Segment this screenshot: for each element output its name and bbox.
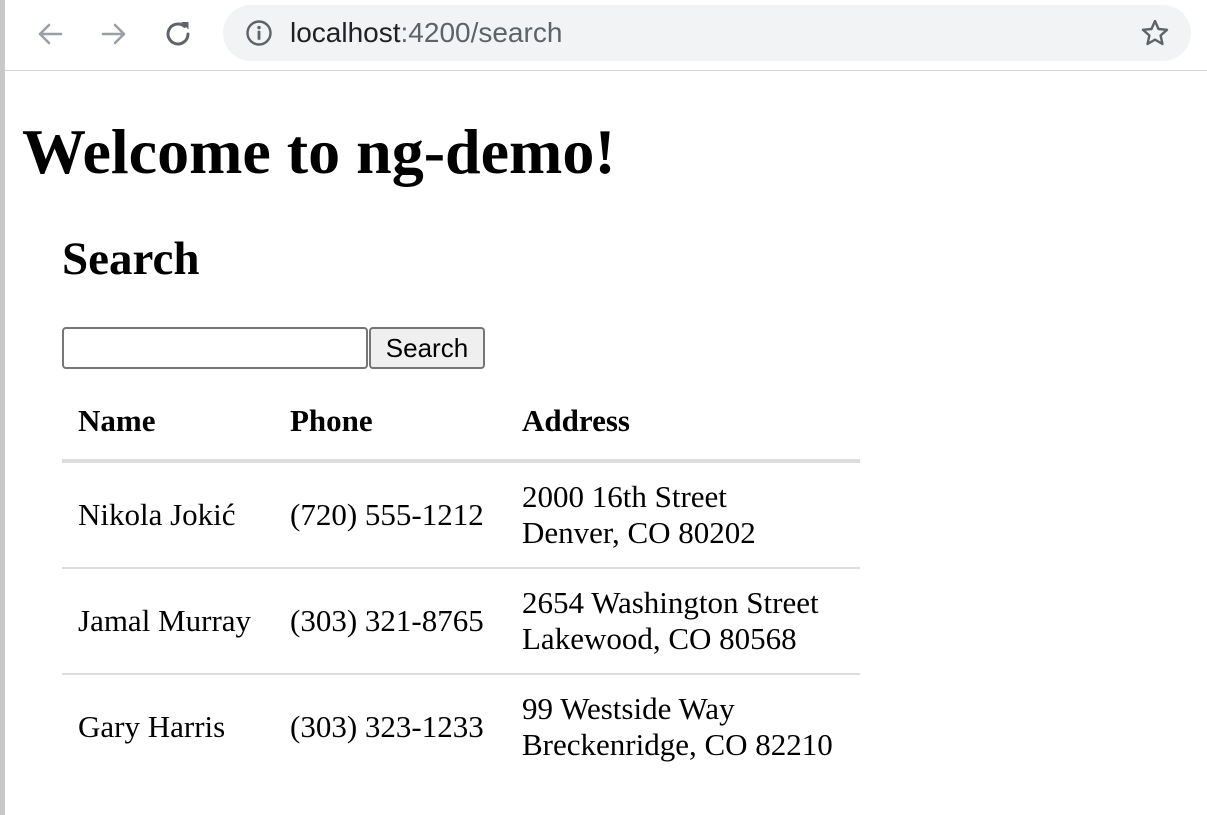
column-header-phone: Phone [274,383,506,463]
phone-cell: (303) 323-1233 [274,673,506,779]
forward-button[interactable] [94,14,134,54]
column-header-name: Name [62,383,274,463]
page-content: Welcome to ng-demo! Search Search Name P… [5,71,1207,815]
address-bar[interactable]: localhost:4200/search [223,5,1191,61]
browser-toolbar: localhost:4200/search [5,0,1207,71]
address-city: Lakewood, CO 80568 [522,621,797,656]
search-form: Search [62,327,485,369]
table-row: Nikola Jokić (720) 555-1212 2000 16th St… [62,461,860,568]
arrow-left-icon [35,19,65,49]
results-table: Name Phone Address Nikola Jokić (720) 55… [62,383,860,779]
search-button[interactable]: Search [369,327,485,369]
reload-icon [162,18,194,50]
address-cell: 2000 16th Street Denver, CO 80202 [506,461,860,568]
address-city: Breckenridge, CO 82210 [522,727,833,762]
name-cell: Nikola Jokić [78,497,236,532]
back-button[interactable] [30,14,70,54]
reload-button[interactable] [158,14,198,54]
address-street: 2000 16th Street [522,479,727,514]
star-icon[interactable] [1139,17,1171,49]
info-icon[interactable] [245,19,273,47]
address-city: Denver, CO 80202 [522,515,756,550]
phone-cell: (720) 555-1212 [290,497,484,532]
url-path: :4200/search [400,17,563,48]
page-title: Welcome to ng-demo! [22,116,616,187]
address-cell: 2654 Washington Street Lakewood, CO 8056… [506,567,860,674]
address-cell: 99 Westside Way Breckenridge, CO 82210 [506,673,860,779]
phone-cell: (303) 321-8765 [274,567,506,674]
url-host: localhost [290,17,401,48]
name-cell: Jamal Murray [62,567,274,674]
table-header-row: Name Phone Address [62,383,860,463]
arrow-right-icon [99,19,129,49]
address-street: 2654 Washington Street [522,585,819,620]
name-cell: Gary Harris [62,673,274,779]
address-street: 99 Westside Way [522,691,735,726]
table-row: Gary Harris (303) 323-1233 99 Westside W… [62,673,860,779]
search-heading: Search [62,233,200,285]
table-row: Jamal Murray (303) 321-8765 2654 Washing… [62,567,860,674]
url-text[interactable]: localhost:4200/search [290,5,562,61]
column-header-address: Address [506,383,860,463]
search-input[interactable] [62,327,368,369]
